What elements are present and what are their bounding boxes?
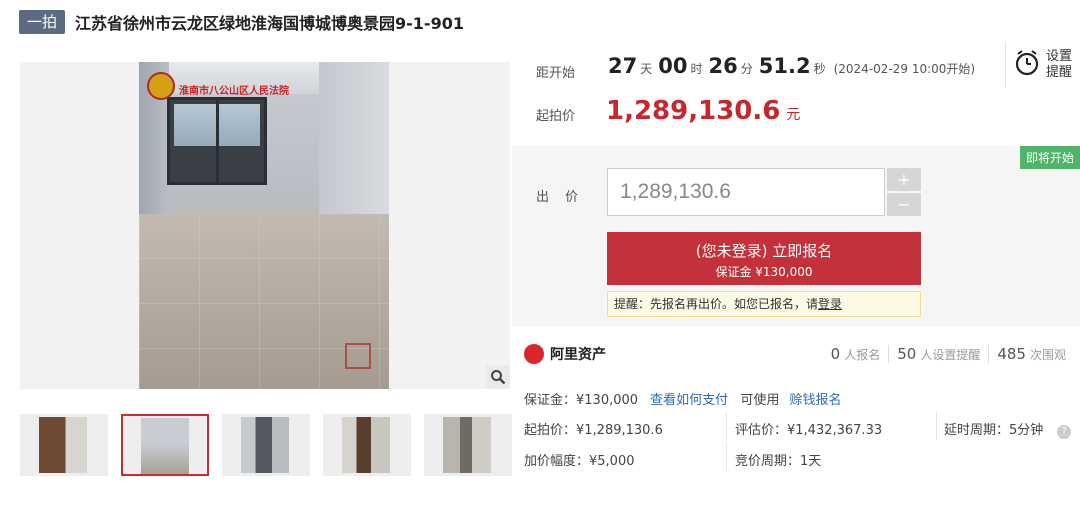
reminder-stat: 50 人设置提醒 [888,345,988,363]
thumbnail-5[interactable] [424,414,512,476]
stats: 0 人报名 50 人设置提醒 485 次围观 [823,342,1074,366]
court-emblem-icon [147,72,175,100]
platform-row: 阿里资产 0 人报名 50 人设置提醒 485 次围观 [524,342,1080,366]
page-header: 一拍 江苏省徐州市云龙区绿地淮海国博城博奥景园9-1-901 [19,9,464,35]
divider [936,412,937,440]
signup-stat: 0 人报名 [823,345,889,363]
set-reminder-button[interactable]: 设置提醒 [1005,42,1075,88]
delay-period-row: 延时周期：5分钟? [944,419,1072,439]
thumbnail-4[interactable] [323,414,411,476]
divider [726,412,727,440]
countdown-days: 27 [608,54,638,78]
signup-count: 0 [830,345,841,363]
main-property-image[interactable]: 淮南市八公山区人民法院 [20,62,510,389]
increase-bid-button[interactable]: + [887,168,921,191]
thumbnail-3[interactable] [222,414,310,476]
increment-detail: 加价幅度：¥5,000 [524,454,635,469]
countdown-hours: 00 [658,54,688,78]
how-to-pay-link[interactable]: 查看如何支付 [650,393,728,408]
page-title: 江苏省徐州市云龙区绿地淮海国博城博奥景园9-1-901 [75,14,464,33]
decrease-bid-button[interactable]: − [887,193,921,216]
countdown-minutes: 26 [708,54,738,78]
views-count: 485 [997,345,1026,363]
bidding-period: 竞价周期：1天 [735,454,822,469]
signup-button[interactable]: (您未登录) 立即报名 保证金 ¥130,000 [607,232,921,285]
zoom-icon[interactable] [486,365,510,389]
bid-label: 出 价 [536,190,585,205]
login-link[interactable]: 登录 [818,297,842,311]
start-price-unit: 元 [786,107,801,123]
signup-tip: 提醒：先报名再出价。如您已报名，请登录 [607,291,921,317]
reminder-count-label: 人设置提醒 [920,348,981,362]
thumbnail-1[interactable] [20,414,108,476]
start-time: (2024-02-29 10:00开始) [833,62,976,76]
tip-text: 提醒：先报名再出价。如您已报名，请 [614,297,819,311]
appraisal-price: 评估价：¥1,432,367.33 [735,423,883,438]
ali-assets-logo-icon [524,344,544,364]
status-badge: 即将开始 [1019,146,1080,169]
countdown-seconds: 51.2 [758,54,811,78]
countdown-label: 距开始 [536,66,576,81]
bid-panel: 即将开始 出 价 1,289,130.6 + − (您未登录) 立即报名 保证金… [512,146,1080,326]
seal-stamp-icon [345,343,371,369]
signup-deposit-label: 保证金 ¥130,000 [715,265,813,279]
bid-amount-input[interactable]: 1,289,130.6 [607,168,885,216]
start-price-detail: 起拍价：¥1,289,130.6 [524,423,663,438]
delay-period: 延时周期：5分钟 [944,423,1044,438]
usable-text: 可使用 [740,393,780,408]
auction-type-badge: 一拍 [19,10,66,34]
views-count-label: 次围观 [1029,348,1066,362]
alarm-clock-icon [1014,49,1040,81]
views-stat: 485 次围观 [988,345,1074,363]
platform-name: 阿里资产 [550,347,606,363]
signup-count-label: 人报名 [844,348,881,362]
start-price-value: 1,289,130.6 [606,96,781,126]
deposit-row: 保证金：¥130,000 查看如何支付 可使用 赊钱报名 [524,389,842,408]
thumbnail-strip [20,414,512,476]
minutes-unit: 分 [740,62,753,76]
deposit-text: 保证金：¥130,000 [524,393,639,408]
divider [726,443,727,471]
window [167,97,267,185]
help-icon[interactable]: ? [1057,425,1072,439]
seconds-unit: 秒 [813,62,826,76]
countdown-timer: 27 天 00 时 26 分 51.2 秒 (2024-02-29 10:00开… [608,54,975,78]
start-price: 1,289,130.6 元 [606,96,800,126]
days-unit: 天 [640,62,653,76]
start-price-label: 起拍价 [536,109,576,124]
bid-stepper: + − [887,168,921,216]
court-watermark: 淮南市八公山区人民法院 [179,86,289,97]
signup-button-label: (您未登录) 立即报名 [695,242,833,260]
set-reminder-label: 设置提醒 [1046,49,1073,80]
credit-signup-link[interactable]: 赊钱报名 [789,393,841,408]
hours-unit: 时 [690,62,703,76]
property-photo: 淮南市八公山区人民法院 [139,62,389,389]
reminder-count: 50 [897,345,917,363]
thumbnail-2[interactable] [121,414,209,476]
